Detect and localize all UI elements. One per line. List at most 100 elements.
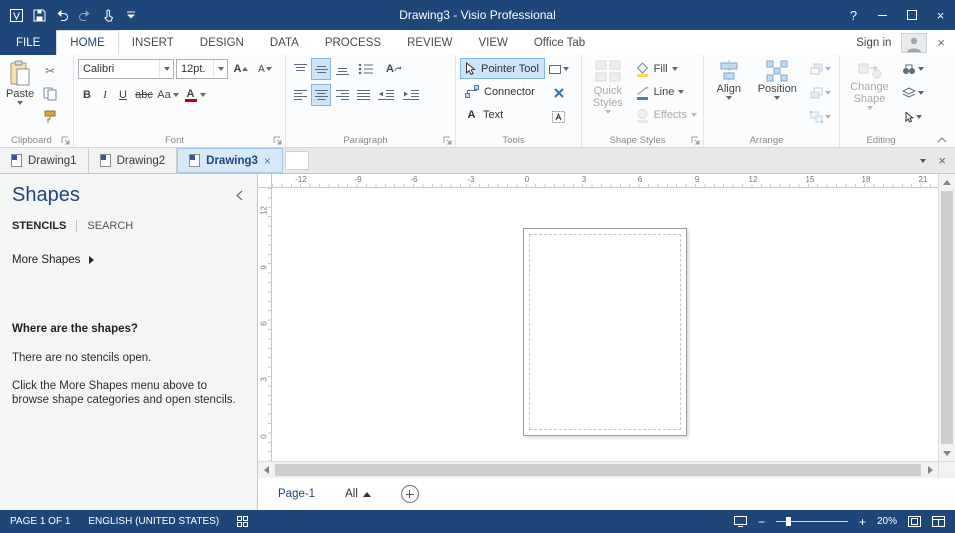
copy-button[interactable]: [39, 83, 61, 105]
doc-tab-drawing3[interactable]: Drawing3 ×: [177, 148, 283, 173]
minimize-button[interactable]: [868, 0, 897, 30]
justify-button[interactable]: [353, 84, 373, 106]
undo-icon[interactable]: [51, 3, 73, 27]
all-pages-button[interactable]: All: [345, 488, 371, 500]
change-shape-button[interactable]: Change Shape: [844, 58, 895, 132]
save-icon[interactable]: [28, 3, 50, 27]
align-top-button[interactable]: [290, 58, 310, 80]
scroll-left-button[interactable]: [258, 462, 274, 478]
align-right-button[interactable]: [332, 84, 352, 106]
horizontal-scroll-thumb[interactable]: [275, 464, 921, 476]
line-button[interactable]: Line: [633, 81, 699, 103]
page-tab-page1[interactable]: Page-1: [278, 488, 315, 500]
horizontal-ruler[interactable]: -12 -9 -6 -3 0 3 6 9 12 15 18 21: [272, 174, 938, 188]
help-button[interactable]: ?: [839, 0, 868, 30]
fit-page-button[interactable]: [908, 516, 921, 527]
tab-process[interactable]: PROCESS: [312, 30, 394, 55]
presentation-mode-button[interactable]: [733, 516, 747, 527]
tab-insert[interactable]: INSERT: [119, 30, 187, 55]
layers-button[interactable]: [898, 82, 928, 104]
scroll-right-button[interactable]: [922, 462, 938, 478]
scroll-down-button[interactable]: [939, 445, 955, 461]
select-button[interactable]: [898, 106, 928, 128]
tab-search[interactable]: SEARCH: [76, 220, 133, 232]
connector-button[interactable]: Connector: [460, 81, 545, 102]
scroll-up-button[interactable]: [939, 174, 955, 190]
find-button[interactable]: [898, 58, 928, 80]
zoom-slider-thumb[interactable]: [785, 517, 791, 526]
grow-font-button[interactable]: A: [230, 58, 252, 80]
cut-button[interactable]: ✂: [39, 60, 61, 82]
decrease-indent-button[interactable]: [374, 84, 398, 106]
quick-styles-button[interactable]: Quick Styles: [586, 58, 630, 132]
page-indicator[interactable]: PAGE 1 OF 1: [10, 516, 70, 527]
text-tool-button[interactable]: A Text: [460, 104, 545, 125]
fill-button[interactable]: Fill: [633, 58, 699, 80]
shape-styles-dialog-launcher[interactable]: [691, 136, 700, 145]
tab-review[interactable]: REVIEW: [394, 30, 465, 55]
zoom-level[interactable]: 20%: [877, 516, 897, 527]
sign-in-link[interactable]: Sign in: [856, 37, 891, 49]
doc-tab-drawing1[interactable]: Drawing1: [0, 148, 89, 173]
vertical-scroll-thumb[interactable]: [941, 191, 953, 444]
connection-point-button[interactable]: [548, 82, 570, 104]
change-case-button[interactable]: Aa: [156, 84, 180, 106]
increase-indent-button[interactable]: [399, 84, 423, 106]
bring-forward-button[interactable]: [805, 58, 835, 80]
effects-button[interactable]: Effects: [633, 104, 699, 126]
zoom-out-button[interactable]: −: [758, 516, 765, 528]
new-tab-stub[interactable]: [284, 151, 309, 170]
tab-design[interactable]: DESIGN: [187, 30, 257, 55]
position-button[interactable]: Position: [753, 58, 802, 132]
macros-grid-icon[interactable]: [237, 516, 249, 527]
tab-view[interactable]: VIEW: [465, 30, 520, 55]
rectangle-tool-button[interactable]: [548, 58, 570, 80]
collapse-panel-icon[interactable]: [236, 190, 243, 201]
font-dialog-launcher[interactable]: [273, 136, 282, 145]
tab-file[interactable]: FILE: [0, 30, 57, 55]
more-shapes-button[interactable]: More Shapes: [12, 254, 245, 266]
vertical-ruler[interactable]: 12 9 6 3 0: [258, 188, 272, 461]
align-button[interactable]: Align: [708, 58, 750, 132]
switch-windows-button[interactable]: [932, 516, 945, 527]
send-backward-button[interactable]: [805, 82, 835, 104]
align-left-button[interactable]: [290, 84, 310, 106]
text-direction-button[interactable]: A: [380, 58, 408, 80]
drawing-page[interactable]: [523, 228, 687, 436]
align-middle-button[interactable]: [311, 58, 331, 80]
insert-page-button[interactable]: [400, 485, 419, 503]
vertical-scrollbar[interactable]: [938, 174, 955, 461]
underline-button[interactable]: U: [114, 84, 132, 106]
text-block-button[interactable]: [548, 106, 570, 128]
drawing-canvas[interactable]: [272, 188, 938, 461]
font-family-combo[interactable]: Calibri: [78, 59, 174, 79]
bold-button[interactable]: B: [78, 84, 96, 106]
doc-tab-close-icon[interactable]: ×: [264, 154, 271, 168]
tabrow-close-icon[interactable]: ×: [937, 35, 945, 50]
horizontal-scrollbar[interactable]: [258, 461, 938, 478]
doctabs-dropdown-icon[interactable]: [920, 158, 927, 163]
avatar[interactable]: [901, 32, 928, 53]
close-button[interactable]: ×: [926, 0, 955, 30]
doc-tab-drawing2[interactable]: Drawing2: [88, 148, 178, 173]
maximize-button[interactable]: [897, 0, 926, 30]
collapse-ribbon-icon[interactable]: [937, 137, 947, 143]
visio-app-icon[interactable]: [5, 3, 27, 27]
doctabs-close-icon[interactable]: ×: [938, 153, 946, 168]
language-indicator[interactable]: ENGLISH (UNITED STATES): [88, 516, 219, 527]
tab-data[interactable]: DATA: [257, 30, 312, 55]
tab-home[interactable]: HOME: [56, 30, 119, 55]
format-painter-button[interactable]: [39, 106, 61, 128]
font-size-combo[interactable]: 12pt.: [176, 59, 228, 79]
bullets-button[interactable]: [353, 58, 379, 80]
strikethrough-button[interactable]: abc: [132, 84, 156, 106]
align-center-button[interactable]: [311, 84, 331, 106]
group-button[interactable]: [805, 106, 835, 128]
tab-office-tab[interactable]: Office Tab: [521, 30, 598, 55]
shrink-font-button[interactable]: A: [254, 58, 276, 80]
paste-button[interactable]: Paste: [4, 58, 36, 132]
italic-button[interactable]: I: [96, 84, 114, 106]
paragraph-dialog-launcher[interactable]: [443, 136, 452, 145]
tab-stencils[interactable]: STENCILS: [12, 220, 76, 232]
align-bottom-button[interactable]: [332, 58, 352, 80]
